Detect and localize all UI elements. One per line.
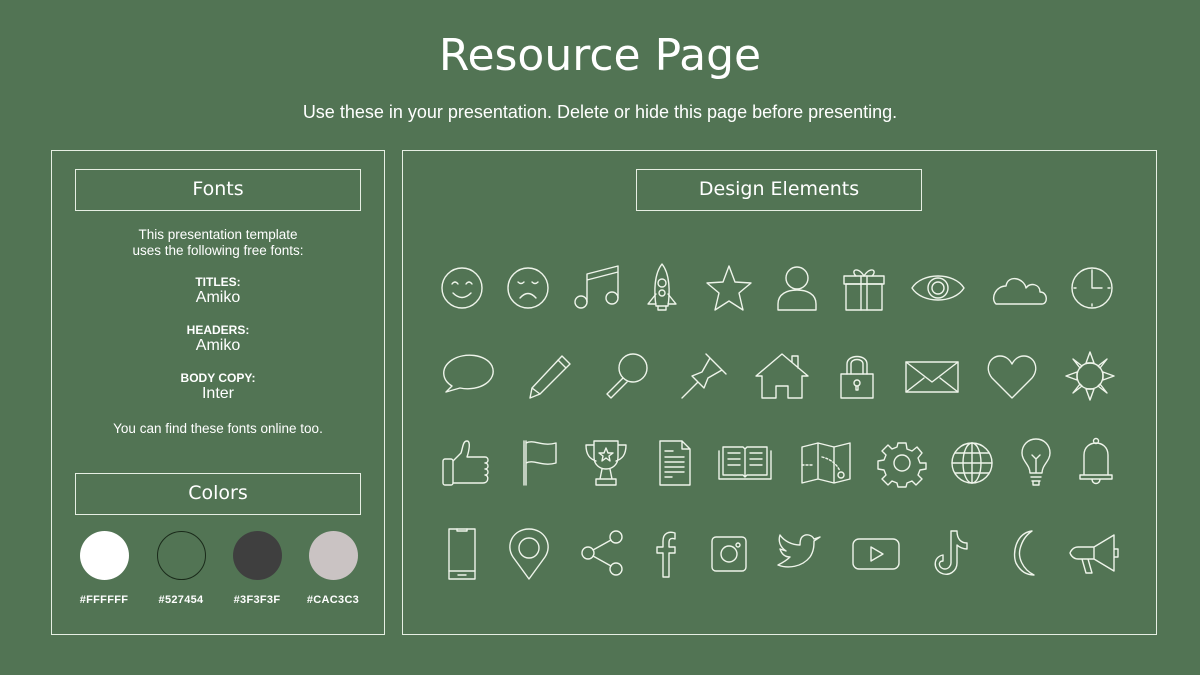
swatch-dot bbox=[79, 531, 129, 580]
speech-bubble-icon bbox=[438, 346, 498, 406]
swatch-hex: #3F3F3F bbox=[233, 594, 281, 606]
envelope-icon bbox=[902, 346, 962, 406]
music-note-icon bbox=[566, 258, 626, 318]
location-pin-icon bbox=[499, 523, 559, 583]
fonts-intro-line-2: uses the following free fonts: bbox=[132, 243, 304, 258]
swatch-light-gray: #CAC3C3 bbox=[295, 531, 371, 606]
share-icon bbox=[572, 523, 632, 583]
page-title: Resource Page bbox=[438, 30, 762, 81]
swatch-dark-gray: #3F3F3F bbox=[219, 531, 295, 606]
twitter-icon bbox=[768, 523, 828, 583]
user-icon bbox=[767, 258, 827, 318]
sun-icon bbox=[1060, 346, 1120, 406]
font-label-body: BODY COPY: bbox=[180, 371, 256, 385]
swatch-green: #527454 bbox=[143, 531, 219, 606]
trophy-icon bbox=[576, 433, 636, 493]
padlock-icon bbox=[827, 346, 887, 406]
tiktok-icon bbox=[921, 523, 981, 583]
megaphone-icon bbox=[1064, 523, 1124, 583]
swatch-hex: #CAC3C3 bbox=[306, 594, 360, 606]
colors-heading: Colors bbox=[75, 473, 361, 515]
swatch-white: #FFFFFF bbox=[66, 531, 142, 606]
flag-icon bbox=[508, 433, 568, 493]
fonts-heading: Fonts bbox=[75, 169, 361, 211]
magnifying-glass-icon bbox=[597, 346, 657, 406]
font-value-headers: Amiko bbox=[195, 337, 241, 354]
globe-icon bbox=[942, 433, 1002, 493]
instagram-icon bbox=[698, 523, 758, 583]
fonts-info: This presentation template uses the foll… bbox=[52, 227, 384, 437]
sad-face-icon bbox=[498, 258, 558, 318]
page-subtitle: Use these in your presentation. Delete o… bbox=[302, 102, 898, 122]
fonts-footer: You can find these fonts online too. bbox=[113, 421, 323, 436]
swatch-dot bbox=[232, 531, 282, 580]
star-icon bbox=[699, 258, 759, 318]
fonts-colors-panel: Fonts This presentation template uses th… bbox=[51, 150, 385, 635]
facebook-icon bbox=[637, 523, 697, 583]
heart-icon bbox=[982, 346, 1042, 406]
document-icon bbox=[644, 433, 704, 493]
thumbs-up-icon bbox=[437, 433, 497, 493]
smartphone-icon bbox=[431, 523, 491, 583]
swatch-dot bbox=[308, 531, 358, 580]
map-icon bbox=[796, 433, 856, 493]
gift-icon bbox=[834, 258, 894, 318]
font-value-titles: Amiko bbox=[195, 289, 241, 306]
gear-icon bbox=[872, 433, 932, 493]
swatch-hex: #527454 bbox=[158, 594, 204, 606]
design-elements-heading: Design Elements bbox=[636, 169, 922, 211]
swatch-dot bbox=[156, 531, 206, 580]
fonts-intro-line-1: This presentation template bbox=[138, 227, 298, 242]
pencil-icon bbox=[518, 346, 578, 406]
house-icon bbox=[752, 346, 812, 406]
crescent-moon-icon bbox=[992, 523, 1052, 583]
bell-icon bbox=[1066, 433, 1126, 493]
smiley-face-icon bbox=[432, 258, 492, 318]
open-book-icon bbox=[715, 433, 775, 493]
clock-icon bbox=[1062, 258, 1122, 318]
eye-icon bbox=[908, 258, 968, 318]
light-bulb-icon bbox=[1006, 433, 1066, 493]
cloud-icon bbox=[988, 258, 1048, 318]
rocket-icon bbox=[632, 258, 692, 318]
push-pin-icon bbox=[674, 346, 734, 406]
youtube-icon bbox=[845, 523, 905, 583]
font-label-titles: TITLES: bbox=[195, 275, 241, 289]
font-value-body: Inter bbox=[201, 385, 234, 402]
font-label-headers: HEADERS: bbox=[186, 323, 250, 337]
swatch-hex: #FFFFFF bbox=[79, 594, 129, 606]
